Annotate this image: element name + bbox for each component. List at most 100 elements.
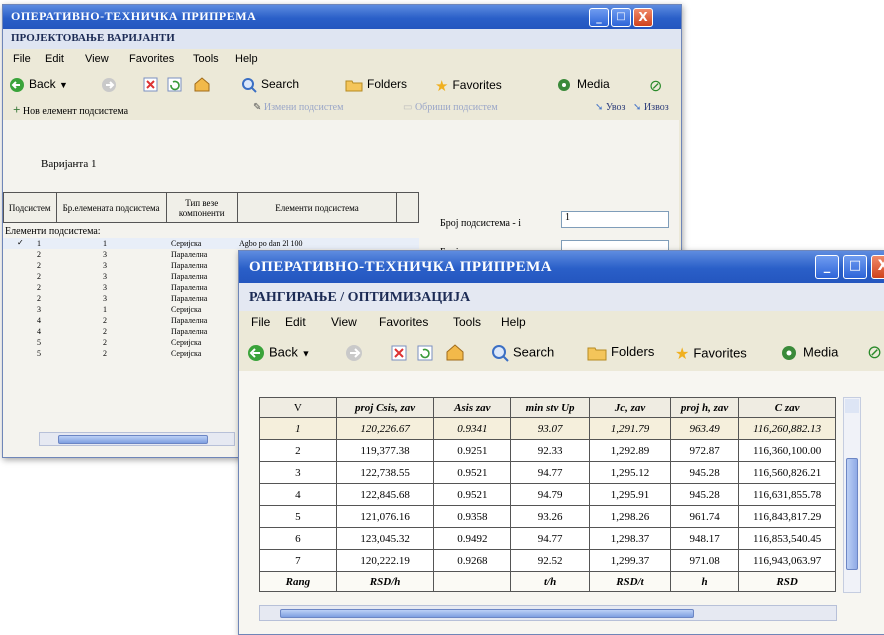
scroll-thumb[interactable] [846, 458, 858, 570]
cell-proj-h: 963.49 [669, 417, 740, 440]
header-empty [396, 192, 419, 223]
back-label: Back [29, 77, 56, 92]
table-row[interactable]: 4 122,845.68 0.9521 94.79 1,295.91 945.2… [259, 483, 836, 506]
media-label: Media [803, 344, 839, 360]
new-element-button[interactable]: + Нов елемент подсистема [13, 102, 128, 118]
media-button[interactable]: Media [779, 344, 838, 362]
front-vertical-scrollbar[interactable] [843, 397, 861, 593]
maximize-button[interactable]: □ [611, 8, 631, 27]
menu-tools[interactable]: Tools [453, 315, 481, 329]
front-title-bar[interactable]: ОПЕРАТИВНО-ТЕХНИЧКА ПРИПРЕМА _ □ X [239, 251, 884, 283]
edit-element-button[interactable]: ✎ Измени подсистем [253, 102, 343, 113]
menu-file[interactable]: File [251, 315, 270, 329]
close-button[interactable]: X [633, 8, 653, 27]
menu-tools[interactable]: Tools [193, 53, 219, 65]
minimize-button[interactable]: _ [589, 8, 609, 27]
forward-button[interactable] [345, 344, 367, 362]
cell-asis: 0.9341 [433, 417, 512, 440]
media-button[interactable]: Media [555, 77, 610, 93]
cell-asis: 0.9521 [433, 483, 512, 506]
menu-favorites[interactable]: Favorites [129, 53, 174, 65]
favorites-label: Favorites [693, 345, 747, 361]
table-row[interactable]: 6 123,045.32 0.9492 94.77 1,298.37 948.1… [259, 527, 836, 550]
cell-min-stv: 93.26 [510, 505, 591, 528]
table-row[interactable]: 5 121,076.16 0.9358 93.26 1,298.26 961.7… [259, 505, 836, 528]
favorites-button[interactable]: ★ Favorites [435, 77, 502, 95]
menu-edit[interactable]: Edit [285, 315, 306, 329]
minimize-button[interactable]: _ [815, 255, 839, 279]
back-button[interactable]: Back ▼ [9, 77, 68, 93]
header-proj-csis[interactable]: proj Csis, zav [335, 397, 435, 418]
refresh-button[interactable] [167, 77, 186, 92]
folders-button[interactable]: Folders [587, 344, 654, 361]
header-link-type[interactable]: Тип везе компоненти [165, 192, 238, 223]
forward-button[interactable] [101, 77, 121, 93]
table-row[interactable]: 3 122,738.55 0.9521 94.77 1,295.12 945.2… [259, 461, 836, 484]
menu-view[interactable]: View [331, 315, 357, 329]
folders-label: Folders [611, 344, 655, 359]
header-min-stv[interactable]: min stv Up [510, 397, 591, 418]
search-button[interactable]: Search [491, 344, 554, 362]
front-horizontal-scrollbar[interactable] [259, 605, 837, 621]
delete-element-button[interactable]: ▭ Обриши подсистем [403, 102, 498, 113]
table-row[interactable]: 1 120,226.67 0.9341 93.07 1,291.79 963.4… [259, 417, 836, 440]
scroll-up-button[interactable] [845, 399, 859, 413]
menu-view[interactable]: View [85, 53, 109, 65]
stop-button[interactable] [143, 77, 162, 92]
favorites-button[interactable]: ★ Favorites [675, 344, 747, 364]
menu-favorites[interactable]: Favorites [379, 315, 428, 329]
subsystem-count-field[interactable]: 1 [561, 211, 669, 228]
minimize-icon: _ [823, 259, 831, 274]
table-row[interactable]: 2 119,377.38 0.9251 92.33 1,292.89 972.8… [259, 439, 836, 462]
back-dropdown-icon: ▼ [59, 80, 68, 91]
row-count: 1 [103, 305, 107, 314]
front-menu-bar: File Edit View Favorites Tools Help [239, 311, 884, 335]
folders-button[interactable]: Folders [345, 77, 407, 92]
search-button[interactable]: Search [241, 77, 299, 93]
export-label: Извоз [643, 102, 669, 113]
header-asis[interactable]: Asis zav [433, 397, 512, 418]
header-subsystem[interactable]: Подсистем [3, 192, 57, 223]
cell-v: 1 [259, 417, 337, 440]
forward-arrow-icon [102, 78, 116, 92]
close-button[interactable]: X [871, 255, 884, 279]
row-type: Серијска [171, 239, 202, 248]
home-button[interactable] [445, 343, 469, 361]
variant-label: Варијанта 1 [41, 158, 97, 170]
refresh-button[interactable] [417, 344, 437, 361]
header-jc[interactable]: Jc, zav [589, 397, 671, 418]
history-button[interactable]: ⊘ [649, 76, 662, 96]
menu-edit[interactable]: Edit [45, 53, 64, 65]
menu-help[interactable]: Help [235, 53, 258, 65]
cell-v: 6 [259, 527, 337, 550]
cell-min-stv: 92.33 [510, 439, 591, 462]
header-element-count[interactable]: Бр.елемената подсистема [55, 192, 167, 223]
menu-file[interactable]: File [13, 53, 31, 65]
scroll-thumb[interactable] [280, 609, 694, 618]
back-horizontal-scrollbar[interactable] [39, 432, 235, 446]
menu-help[interactable]: Help [501, 315, 526, 329]
history-button[interactable]: ⊘ [867, 342, 882, 363]
import-button[interactable]: ➘ Увоз [595, 102, 625, 113]
scroll-thumb[interactable] [58, 435, 208, 444]
cell-proj-h: 971.08 [669, 549, 740, 572]
header-v[interactable]: V [259, 397, 337, 418]
subsystem-header-table: Подсистем Бр.елемената подсистема Тип ве… [3, 192, 419, 223]
stop-button[interactable] [391, 344, 411, 361]
cell-min-stv: 92.52 [510, 549, 591, 572]
header-c[interactable]: C zav [738, 397, 836, 418]
back-button[interactable]: Back ▼ [247, 344, 310, 362]
back-title-bar[interactable]: ОПЕРАТИВНО-ТЕХНИЧКА ПРИПРЕМА _ □ X [3, 5, 681, 29]
row-elements: Agbo po dan 2l 100 [239, 239, 303, 248]
back-subtitle-bar: ПРОЈЕКТОВАЊЕ ВАРИЈАНТИ [3, 29, 681, 49]
maximize-button[interactable]: □ [843, 255, 867, 279]
table-row[interactable]: 7 120,222.19 0.9268 92.52 1,299.37 971.0… [259, 549, 836, 572]
home-button[interactable] [193, 76, 215, 92]
header-elements[interactable]: Елементи подсистема [236, 192, 398, 223]
media-icon [782, 346, 796, 360]
row-subsystem: 2 [37, 272, 41, 281]
export-button[interactable]: ➘ Извоз [633, 102, 669, 113]
subsystem-row[interactable]: ✓ 1 1 Серијска Agbo po dan 2l 100 [3, 238, 419, 249]
export-icon: ➘ [633, 102, 642, 113]
header-proj-h[interactable]: proj h, zav [669, 397, 740, 418]
